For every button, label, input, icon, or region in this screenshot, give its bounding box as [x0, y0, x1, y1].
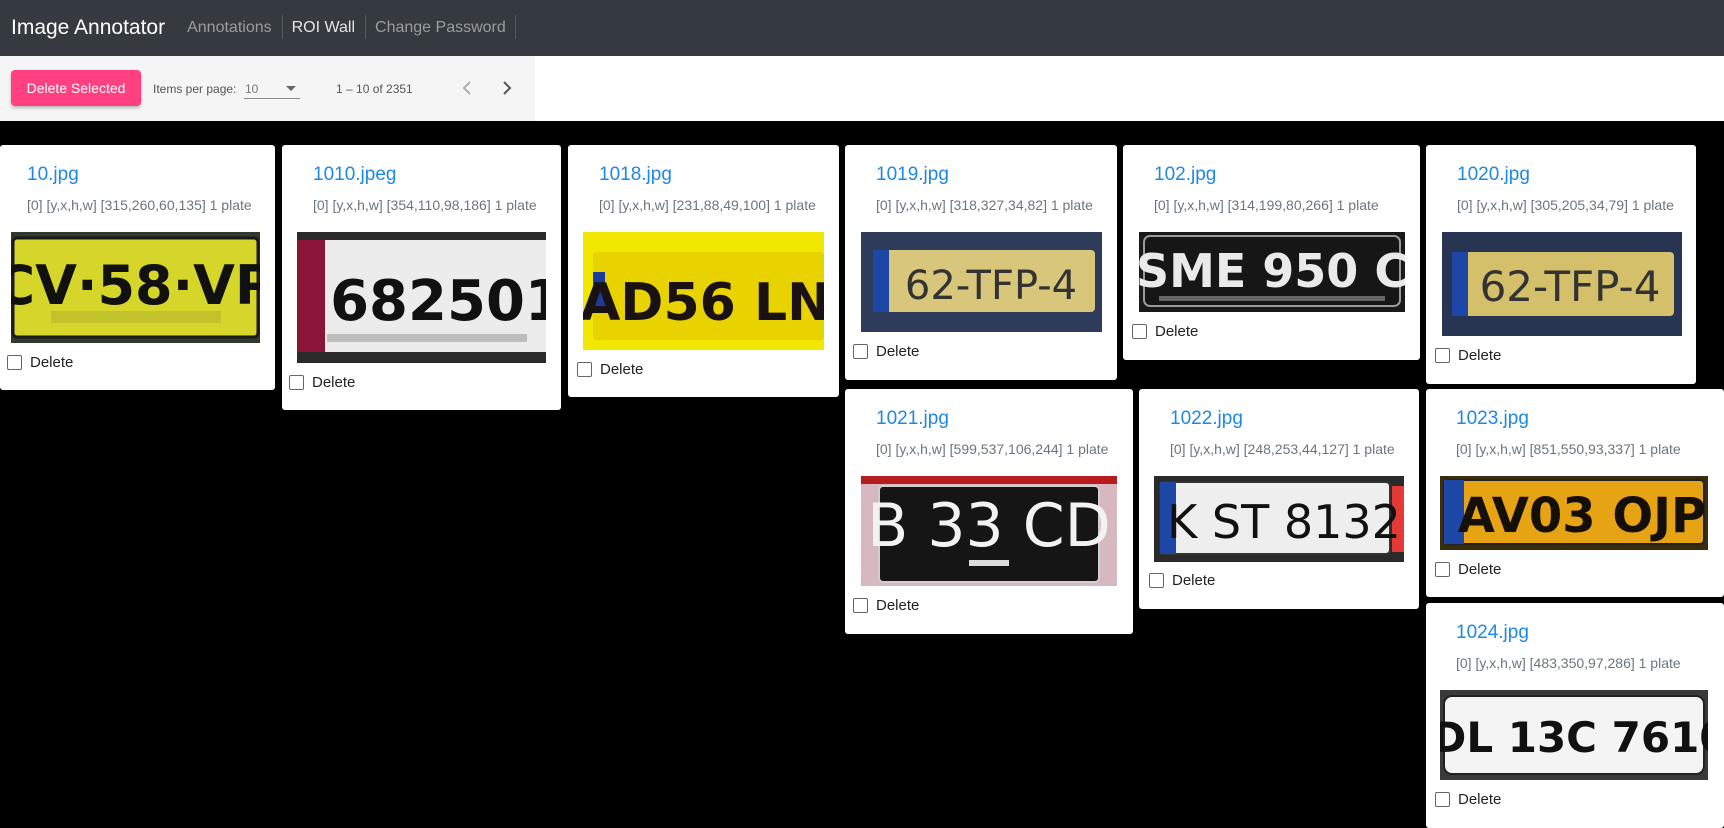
plate-image: 62-TFP-4 [861, 232, 1102, 332]
card-meta: [0] [y,x,h,w] [599,537,106,244] 1 plate [876, 441, 1109, 457]
delete-checkbox[interactable]: Delete [853, 597, 919, 614]
delete-checkbox[interactable]: Delete [577, 361, 643, 378]
roi-card: 1019.jpg [0] [y,x,h,w] [318,327,34,82] 1… [845, 145, 1117, 380]
plate-image: K ST 8132 [1154, 476, 1404, 562]
plate-image: 62-TFP-4 [1442, 232, 1682, 336]
plate-image: SME 950 C [1139, 232, 1405, 312]
card-title[interactable]: 1021.jpg [876, 408, 949, 430]
roi-card: 10.jpg [0] [y,x,h,w] [315,260,60,135] 1 … [0, 145, 275, 390]
card-meta: [0] [y,x,h,w] [305,205,34,79] 1 plate [1457, 197, 1674, 213]
delete-label: Delete [1172, 572, 1216, 589]
delete-label: Delete [876, 343, 920, 360]
card-title[interactable]: 1018.jpg [599, 164, 672, 186]
roi-card: 1022.jpg [0] [y,x,h,w] [248,253,44,127] … [1139, 389, 1419, 609]
card-meta: [0] [y,x,h,w] [851,550,93,337] 1 plate [1456, 441, 1681, 457]
checkbox-icon[interactable] [7, 355, 22, 370]
delete-checkbox[interactable]: Delete [1435, 561, 1501, 578]
roi-card: 1020.jpg [0] [y,x,h,w] [305,205,34,79] 1… [1426, 145, 1696, 384]
checkbox-icon[interactable] [1435, 348, 1450, 363]
delete-checkbox[interactable]: Delete [1149, 572, 1215, 589]
items-per-page-select[interactable]: 10 [244, 74, 300, 99]
items-per-page-value: 10 [245, 82, 259, 96]
checkbox-icon[interactable] [577, 362, 592, 377]
card-meta: [0] [y,x,h,w] [231,88,49,100] 1 plate [599, 197, 816, 213]
plate-text: 62-TFP-4 [1480, 262, 1661, 311]
plate-text: CV·58·VP [11, 254, 260, 317]
delete-label: Delete [1458, 561, 1502, 578]
delete-label: Delete [312, 374, 356, 391]
previous-page-button[interactable] [451, 72, 483, 104]
plate-text: AD56 LNJ [583, 273, 824, 333]
roi-card: 1021.jpg [0] [y,x,h,w] [599,537,106,244]… [845, 389, 1133, 634]
page-range-label: 1 – 10 of 2351 [336, 82, 413, 96]
delete-label: Delete [1155, 323, 1199, 340]
card-meta: [0] [y,x,h,w] [314,199,80,266] 1 plate [1154, 197, 1379, 213]
plate-text: SME 950 C [1139, 244, 1405, 298]
plate-image: AV03 OJP [1440, 476, 1708, 550]
delete-checkbox[interactable]: Delete [1132, 323, 1198, 340]
items-per-page-label: Items per page: [153, 82, 237, 96]
card-meta: [0] [y,x,h,w] [483,350,97,286] 1 plate [1456, 655, 1681, 671]
plate-image: DL 13C 7610 [1440, 690, 1708, 780]
chevron-right-icon [503, 81, 512, 95]
next-page-button[interactable] [491, 72, 523, 104]
plate-image: CV·58·VP [11, 232, 260, 343]
delete-label: Delete [600, 361, 644, 378]
roi-card: 1024.jpg [0] [y,x,h,w] [483,350,97,286] … [1426, 603, 1724, 828]
plate-image: 682501 [297, 232, 546, 363]
card-title[interactable]: 102.jpg [1154, 164, 1216, 186]
roi-card: 1023.jpg [0] [y,x,h,w] [851,550,93,337] … [1426, 389, 1724, 597]
delete-label: Delete [876, 597, 920, 614]
delete-checkbox[interactable]: Delete [289, 374, 355, 391]
plate-text: B 33 CD [867, 491, 1111, 561]
delete-label: Delete [1458, 791, 1502, 808]
delete-checkbox[interactable]: Delete [7, 354, 73, 371]
delete-checkbox[interactable]: Delete [853, 343, 919, 360]
checkbox-icon[interactable] [1149, 573, 1164, 588]
plate-text: 682501 [330, 269, 546, 334]
nav-roi-wall[interactable]: ROI Wall [281, 15, 365, 39]
card-title[interactable]: 1022.jpg [1170, 408, 1243, 430]
card-title[interactable]: 10.jpg [27, 164, 79, 186]
checkbox-icon[interactable] [1132, 324, 1147, 339]
plate-text: DL 13C 7610 [1440, 713, 1708, 762]
card-meta: [0] [y,x,h,w] [318,327,34,82] 1 plate [876, 197, 1093, 213]
delete-checkbox[interactable]: Delete [1435, 791, 1501, 808]
card-meta: [0] [y,x,h,w] [315,260,60,135] 1 plate [27, 197, 252, 213]
delete-label: Delete [30, 354, 74, 371]
card-title[interactable]: 1023.jpg [1456, 408, 1529, 430]
delete-label: Delete [1458, 347, 1502, 364]
app-brand[interactable]: Image Annotator [11, 16, 165, 40]
card-meta: [0] [y,x,h,w] [354,110,98,186] 1 plate [313, 197, 537, 213]
plate-image: B 33 CD [861, 476, 1117, 586]
checkbox-icon[interactable] [1435, 792, 1450, 807]
card-title[interactable]: 1010.jpeg [313, 164, 396, 186]
checkbox-icon[interactable] [1435, 562, 1450, 577]
chevron-down-icon [286, 86, 296, 91]
delete-selected-button[interactable]: Delete Selected [11, 70, 141, 106]
plate-text: AV03 OJP [1458, 488, 1706, 544]
card-meta: [0] [y,x,h,w] [248,253,44,127] 1 plate [1170, 441, 1395, 457]
paginator-toolbar: Delete Selected Items per page: 10 1 – 1… [0, 56, 535, 121]
card-title[interactable]: 1024.jpg [1456, 622, 1529, 644]
roi-card: 1010.jpeg [0] [y,x,h,w] [354,110,98,186]… [282, 145, 561, 410]
checkbox-icon[interactable] [853, 598, 868, 613]
roi-card: 102.jpg [0] [y,x,h,w] [314,199,80,266] 1… [1123, 145, 1420, 360]
nav-annotations[interactable]: Annotations [177, 19, 282, 37]
plate-image: AD56 LNJ [583, 232, 824, 350]
card-title[interactable]: 1019.jpg [876, 164, 949, 186]
plate-text: K ST 8132 [1167, 495, 1401, 549]
checkbox-icon[interactable] [853, 344, 868, 359]
chevron-left-icon [462, 81, 471, 95]
checkbox-icon[interactable] [289, 375, 304, 390]
top-navbar: Image Annotator Annotations ROI Wall Cha… [0, 0, 1724, 56]
card-title[interactable]: 1020.jpg [1457, 164, 1530, 186]
delete-checkbox[interactable]: Delete [1435, 347, 1501, 364]
roi-card: 1018.jpg [0] [y,x,h,w] [231,88,49,100] 1… [568, 145, 839, 397]
plate-text: 62-TFP-4 [905, 263, 1077, 309]
nav-change-password[interactable]: Change Password [365, 15, 516, 39]
